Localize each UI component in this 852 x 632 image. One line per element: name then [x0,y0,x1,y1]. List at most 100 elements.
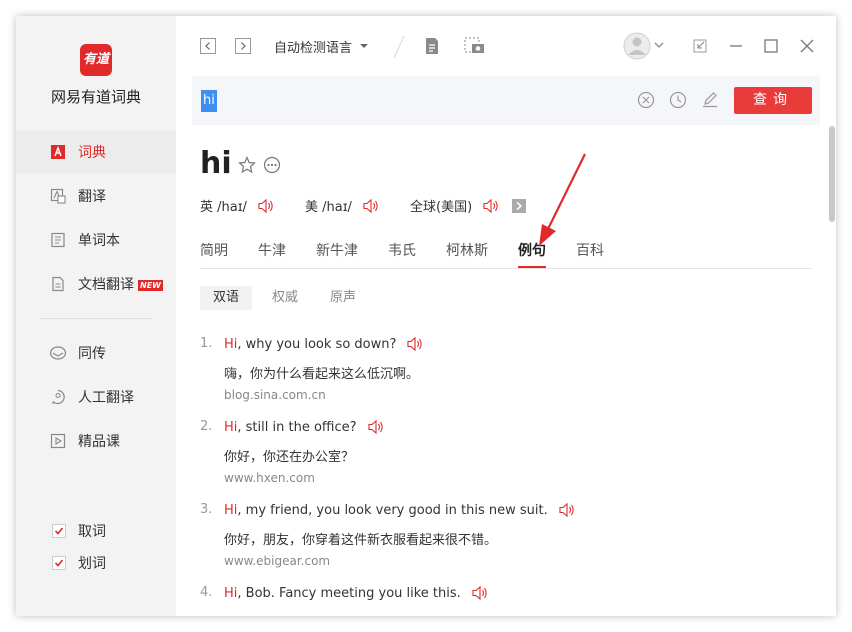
sidebar-item-label: 单词本 [78,233,120,249]
speaker-icon[interactable] [362,198,380,214]
tab-concise[interactable]: 简明 [200,240,228,260]
wordbook-icon [49,231,67,249]
checkbox-select-word[interactable]: 划词 [16,551,176,575]
speaker-icon[interactable] [257,198,275,214]
checkbox-box[interactable] [52,524,66,538]
history-button[interactable] [669,91,687,109]
search-input[interactable]: hi [201,90,217,112]
subtab-original-sound[interactable]: 原声 [317,286,369,310]
subtab-authority[interactable]: 权威 [259,286,311,310]
minimize-button[interactable] [728,38,744,54]
sidebar-item-course[interactable]: 精品课 [16,419,176,463]
example-english: Hi, my friend, you look very good in thi… [224,502,576,518]
sidebar-item-label: 同传 [78,346,106,362]
forward-button[interactable] [235,38,251,54]
checkbox-label: 划词 [78,556,106,572]
expand-accent-icon[interactable] [512,198,527,213]
search-bar: hi 查询 [192,76,820,125]
pronunciation-label: 全球(美国) [410,200,473,215]
checkbox-box[interactable] [52,556,66,570]
caret-down-icon [360,44,369,48]
language-label: 自动检测语言 [274,40,353,56]
example-english: Hi, why you look so down? [224,336,424,352]
sidebar-item-human-translate[interactable]: 人工翻译 [16,375,176,419]
close-button[interactable] [799,38,815,54]
avatar-icon [623,32,664,60]
minimize-icon [730,45,742,47]
app-window: 有道 网易有道词典 词典 翻译 单词本 文档翻译 NEW 同传 人工翻译 精品课… [16,16,836,616]
pronunciation-us: 美 /haɪ/ [305,196,380,215]
favorite-button[interactable] [238,156,256,174]
subtab-bilingual[interactable]: 双语 [200,286,253,310]
example-keyword: Hi [224,336,238,352]
speaker-icon[interactable] [367,419,385,435]
sidebar-item-label: 文档翻译 [78,277,134,293]
human-translate-icon [49,388,67,406]
tab-new-oxford[interactable]: 新牛津 [316,240,358,260]
pronunciation-label: 英 /haɪ/ [200,200,247,215]
sidebar-item-wordbook[interactable]: 单词本 [16,218,176,262]
checkmark-icon [54,559,64,567]
clock-icon [669,91,687,109]
more-icon [263,156,281,174]
simultaneous-icon [49,344,67,362]
search-button[interactable]: 查询 [734,87,812,114]
example-keyword: Hi [224,502,238,518]
maximize-icon [764,39,778,53]
course-icon [49,432,67,450]
more-button[interactable] [263,156,281,174]
example-number: 4. [200,585,213,600]
new-badge: NEW [138,279,163,291]
example-sentence: , why you look so down? [237,336,397,352]
sidebar-item-simultaneous[interactable]: 同传 [16,331,176,375]
maximize-button[interactable] [763,38,779,54]
chevron-left-icon [200,38,216,54]
tab-collins[interactable]: 柯林斯 [446,240,488,260]
example-translation: 嗨，你为什么看起来这么低沉啊。 [224,367,420,382]
translate-icon [49,187,67,205]
pronunciation-global: 全球(美国) [410,196,527,215]
sidebar-item-document-translate[interactable]: 文档翻译 NEW [16,262,176,306]
close-icon [800,39,814,53]
sidebar-item-label: 人工翻译 [78,390,134,406]
sidebar-item-dict[interactable]: 词典 [16,130,176,174]
notes-button[interactable] [424,37,440,55]
example-source[interactable]: www.hxen.com [224,471,315,485]
screenshot-translate-button[interactable] [464,37,486,55]
speaker-icon[interactable] [482,198,500,214]
example-english: Hi, still in the office? [224,419,385,435]
clear-icon [637,91,655,109]
checkbox-pick-word[interactable]: 取词 [16,519,176,543]
user-account-button[interactable] [622,31,668,61]
example-number: 3. [200,502,213,517]
toolbar-divider [392,34,406,60]
headword: hi [200,146,232,181]
clear-search-button[interactable] [637,91,655,109]
example-number: 2. [200,419,213,434]
example-keyword: Hi [224,419,238,435]
tab-webster[interactable]: 韦氏 [388,240,416,260]
sidebar-item-translate[interactable]: 翻译 [16,174,176,218]
example-number: 1. [200,336,213,351]
language-dropdown[interactable]: 自动检测语言 [274,36,369,56]
example-sentence: , my friend, you look very good in this … [237,502,548,518]
notepad-icon [426,38,438,54]
tab-oxford[interactable]: 牛津 [258,240,286,260]
youdao-logo: 有道 [80,44,112,76]
speaker-icon[interactable] [406,336,424,352]
handwriting-button[interactable] [701,91,719,109]
back-button[interactable] [200,38,216,54]
sidebar-divider [40,318,152,319]
active-tab-indicator [518,266,546,268]
example-source[interactable]: www.ebigear.com [224,554,330,568]
pronunciation-label: 美 /haɪ/ [305,200,352,215]
example-source[interactable]: blog.sina.com.cn [224,388,326,402]
chevron-right-icon [235,38,251,54]
speaker-icon[interactable] [558,502,576,518]
speaker-icon[interactable] [471,585,489,601]
mini-mode-button[interactable] [692,38,708,54]
pronunciation-uk: 英 /haɪ/ [200,196,275,215]
sidebar: 有道 网易有道词典 词典 翻译 单词本 文档翻译 NEW 同传 人工翻译 精品课… [16,16,176,616]
scrollbar-thumb[interactable] [829,126,835,222]
example-translation: 你好，朋友，你穿着这件新衣服看起来很不错。 [224,533,498,548]
